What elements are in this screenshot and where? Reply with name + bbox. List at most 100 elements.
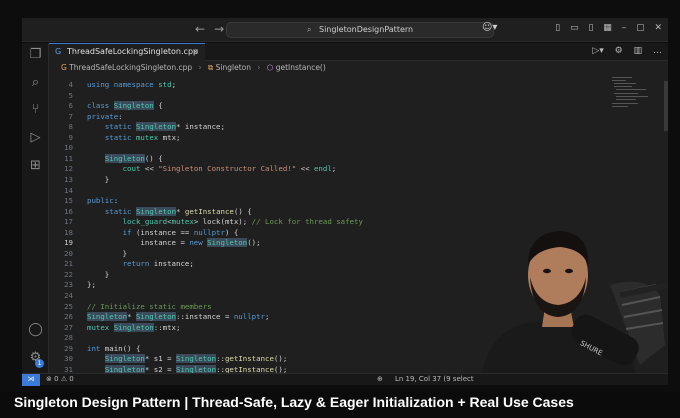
code-text: public: [87,196,119,206]
code-text: if (instance == nullptr) { [122,227,239,237]
remote-icon[interactable]: ⋊ [22,374,40,386]
minimize-icon[interactable]: – [622,23,627,33]
more-actions-icon[interactable]: … [653,46,662,56]
editor-tabs: G ThreadSafeLockingSingleton.cpp × ▷▾ ⚙ … [49,43,668,61]
code-text: } [87,248,128,258]
run-debug-icon[interactable]: ▷ [28,130,43,145]
search-icon[interactable]: ⌕ [28,75,43,90]
line-number: 21 [64,259,73,269]
zoom-icon[interactable]: ⊕ [377,374,383,385]
command-center-search[interactable]: ⌕ SingletonDesignPattern [226,22,494,38]
code-text: return instance; [122,259,194,269]
line-number: 18 [64,227,73,237]
line-number: 19 [64,238,73,248]
notification-badge: 1 [35,359,44,368]
extensions-icon[interactable]: ⊞ [28,158,43,173]
forward-arrow-icon[interactable]: → [214,22,224,36]
cpp-file-icon: G [61,63,67,72]
code-line[interactable]: 7 private: [49,112,569,123]
class-icon: ⧉ [207,63,214,72]
line-number: 7 [68,111,73,121]
line-number: 6 [68,101,73,111]
line-number: 10 [64,143,73,153]
close-window-icon[interactable]: ✕ [654,23,662,33]
title-bar: ← → ⌕ SingletonDesignPattern ☺▾ ▯ ▭ ▯ ▦ –… [22,18,668,42]
tab-threadsafe-locking-singleton[interactable]: G ThreadSafeLockingSingleton.cpp × [49,43,205,61]
problems-indicator[interactable]: ⊗ 0 ⚠ 0 [46,374,74,385]
cursor-position[interactable]: Ln 19, Col 37 (9 select [395,374,474,385]
code-text: class Singleton { [87,101,163,111]
line-number: 14 [64,185,73,195]
code-text: static mutex mtx; [104,132,181,142]
code-text: } [87,269,110,279]
method-icon: ⬡ [266,63,274,72]
status-bar: ⋊ ⊗ 0 ⚠ 0 ⊕ Ln 19, Col 37 (9 select [22,373,668,386]
breadcrumb-file[interactable]: ThreadSafeLockingSingleton.cpp [69,63,192,72]
code-line[interactable]: 14 [49,186,569,197]
code-text: // Initialize static members [87,301,212,311]
run-icon[interactable]: ▷▾ [592,46,603,56]
explorer-icon[interactable]: ❐ [28,47,43,62]
code-text: private: [87,111,123,121]
settings-icon[interactable]: ⚙ [615,46,623,56]
source-control-icon[interactable]: ⑂ [28,102,43,117]
line-number: 5 [68,90,73,100]
account-icon[interactable]: ◯ [28,322,43,337]
code-line[interactable]: 12 cout << "Singleton Constructor Called… [49,164,569,175]
toggle-secondary-sidebar-icon[interactable]: ▯ [588,23,593,33]
minimap[interactable] [612,75,654,125]
activity-bar: ❐ ⌕ ⑂ ▷ ⊞ ◯ ⚙ [22,43,49,373]
code-line[interactable]: 15 public: [49,196,569,207]
layout-controls: ▯ ▭ ▯ ▦ – ▢ ✕ [548,23,662,33]
line-number: 25 [64,301,73,311]
code-text: } [87,174,110,184]
search-icon: ⌕ [307,25,312,34]
close-tab-icon[interactable]: × [192,44,199,60]
code-text: lock_guard<mutex> lock(mtx); // Lock for… [122,217,363,227]
maximize-icon[interactable]: ▢ [636,23,645,33]
code-line[interactable]: 8 static Singleton* instance; [49,122,569,133]
line-number: 29 [64,343,73,353]
line-number: 12 [64,164,73,174]
line-number: 17 [64,217,73,227]
toggle-panel-icon[interactable]: ▭ [570,23,579,33]
line-number: 4 [68,80,73,89]
code-text: Singleton* Singleton::instance = nullptr… [87,312,270,322]
video-title: Singleton Design Pattern | Thread-Safe, … [0,392,680,418]
customize-layout-icon[interactable]: ▦ [603,23,612,33]
code-text: static Singleton* instance; [104,122,225,132]
code-text: Singleton* s1 = Singleton::getInstance()… [104,354,288,364]
code-line[interactable]: 9 static mutex mtx; [49,133,569,144]
line-number: 9 [68,132,73,142]
line-number: 31 [64,364,73,373]
code-line[interactable]: 6 class Singleton { [49,101,569,112]
code-line[interactable]: 13 } [49,175,569,186]
code-line[interactable]: 4 using namespace std; [49,80,569,91]
code-text: cout << "Singleton Constructor Called!" … [122,164,337,174]
code-text: int main() { [87,343,141,353]
code-line[interactable]: 5 [49,91,569,102]
line-number: 20 [64,248,73,258]
code-line[interactable]: 10 [49,143,569,154]
line-number: 30 [64,354,73,364]
line-number: 26 [64,312,73,322]
line-number: 8 [68,122,73,132]
code-text: using namespace std; [87,80,177,89]
editor-actions: ▷▾ ⚙ ▥ … [584,46,662,56]
breadcrumb: G ThreadSafeLockingSingleton.cpp › ⧉ Sin… [49,61,668,75]
line-number: 13 [64,174,73,184]
code-line[interactable]: 11 Singleton() { [49,153,569,165]
line-number: 28 [64,333,73,343]
code-text: instance = new Singleton(); [87,238,261,248]
breadcrumb-class[interactable]: Singleton [216,63,251,72]
copilot-icon[interactable]: ☺▾ [482,22,497,33]
toggle-sidebar-icon[interactable]: ▯ [555,23,560,33]
code-text: Singleton() { [104,153,163,163]
split-editor-icon[interactable]: ▥ [634,46,643,56]
presenter-webcam: SHURE [480,231,668,385]
code-text: mutex Singleton::mtx; [87,322,181,332]
line-number: 11 [64,153,73,163]
line-number: 27 [64,322,73,332]
back-arrow-icon[interactable]: ← [195,22,205,36]
breadcrumb-method[interactable]: getInstance() [276,63,326,72]
